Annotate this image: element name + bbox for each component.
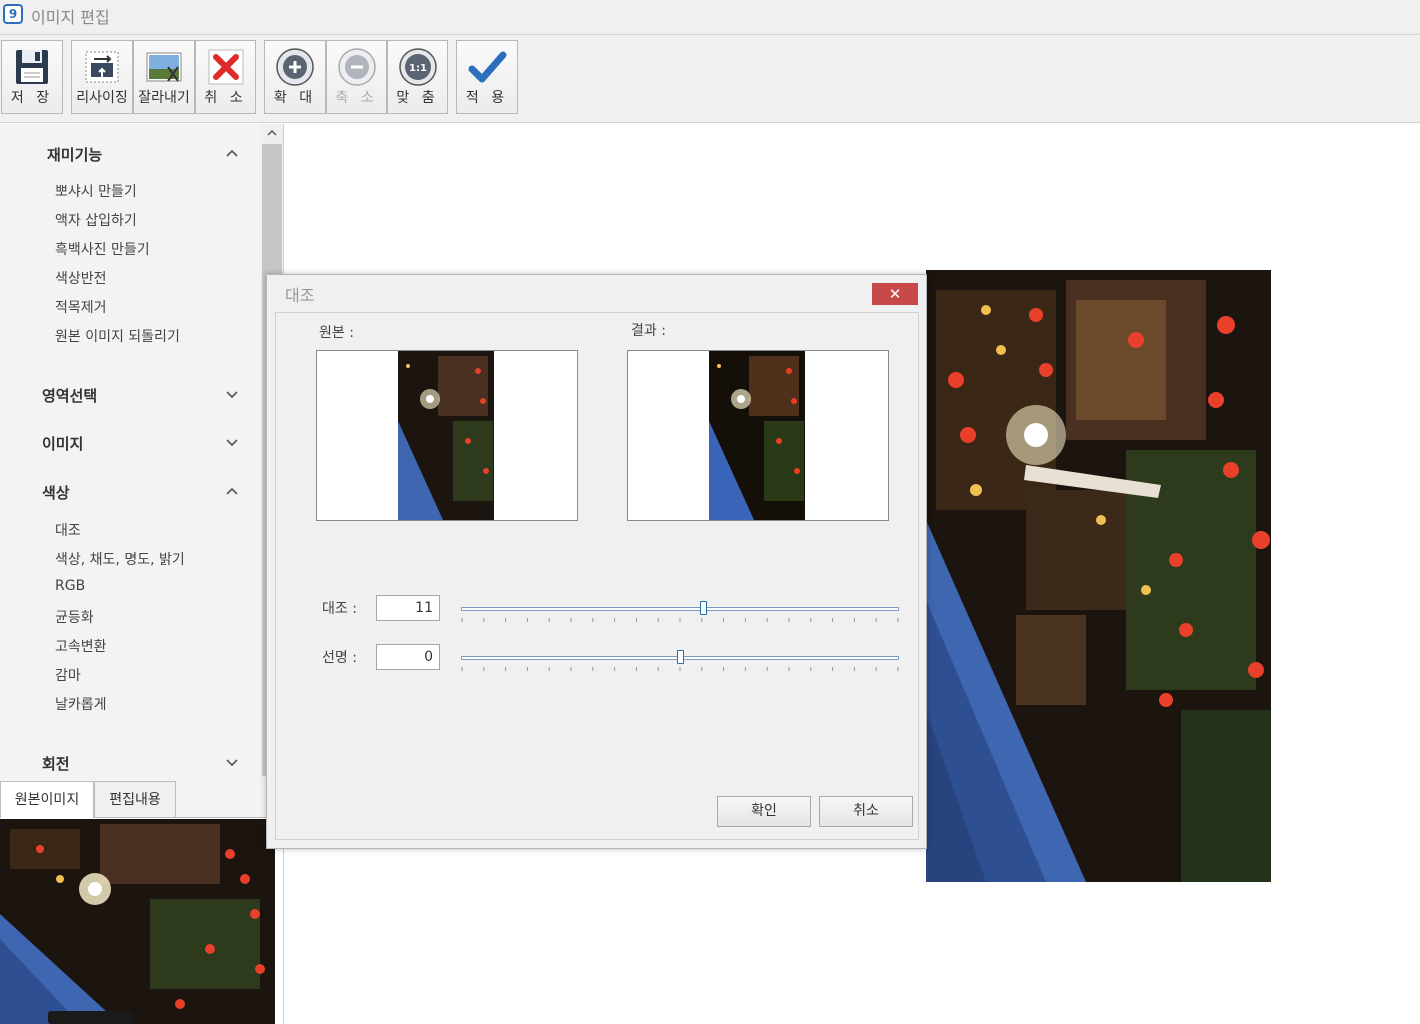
fit-button[interactable]: 1:1 맞 춤	[387, 40, 448, 114]
zoom-in-label: 확 대	[273, 90, 317, 106]
app-icon: 9	[3, 4, 23, 24]
section-header-rotate[interactable]: 회전	[0, 748, 266, 778]
slider-thumb[interactable]	[700, 601, 708, 615]
title-bar: 9 이미지 편집	[0, 0, 1420, 35]
slider-ticks	[461, 618, 899, 622]
section-header-color[interactable]: 색상	[0, 477, 266, 507]
menu-item-grayscale[interactable]: 흑백사진 만들기	[55, 239, 150, 259]
zoom-out-label: 축 소	[335, 90, 378, 106]
preview-tabs: 원본이미지 편집내용	[0, 780, 266, 818]
floppy-disk-icon	[16, 50, 48, 84]
result-preview-label: 결과 :	[631, 323, 666, 339]
result-preview-image	[709, 351, 805, 520]
chevron-up-icon	[226, 487, 238, 495]
menu-item-fast-convert[interactable]: 고속변환	[55, 636, 107, 656]
resize-icon	[85, 51, 119, 83]
menu-item-frame[interactable]: 액자 삽입하기	[55, 210, 137, 230]
crop-label: 잘라내기	[138, 90, 190, 106]
cancel-label: 취 소	[204, 90, 247, 106]
zoom-out-icon	[337, 48, 376, 86]
menu-item-gamma[interactable]: 감마	[55, 665, 81, 685]
slider-thumb[interactable]	[677, 650, 684, 664]
crop-icon	[146, 52, 182, 82]
zoom-in-icon	[276, 48, 314, 86]
menu-item-revert[interactable]: 원본 이미지 되돌리기	[55, 326, 180, 346]
menu-item-rgb[interactable]: RGB	[55, 578, 85, 594]
menu-item-red-eye[interactable]: 적목제거	[55, 297, 107, 317]
zoom-in-button[interactable]: 확 대	[264, 40, 326, 114]
cancel-button[interactable]: 취 소	[195, 40, 256, 114]
contrast-dialog: 대조 ✕ 원본 : 결과 : 대조: 11 선명: 0 확인 취소	[266, 274, 927, 849]
red-x-icon	[208, 49, 243, 85]
section-header-fun[interactable]: 재미기능	[0, 139, 266, 169]
result-preview-box	[627, 350, 889, 521]
section-header-selection[interactable]: 영역선택	[0, 380, 266, 410]
zoom-out-button[interactable]: 축 소	[326, 40, 387, 114]
crop-button[interactable]: 잘라내기	[133, 40, 195, 114]
menu-item-contrast[interactable]: 대조	[55, 520, 81, 540]
window-title: 이미지 편집	[31, 8, 110, 27]
one-to-one-icon: 1:1	[398, 48, 437, 86]
resize-button[interactable]: 리사이징	[71, 40, 133, 114]
night-street-photo-small-result	[709, 351, 805, 520]
menu-item-equalize[interactable]: 균등화	[55, 607, 94, 627]
dialog-title: 대조	[285, 286, 315, 305]
section-title: 재미기능	[47, 146, 103, 164]
fit-icon-text: 1:1	[409, 63, 427, 74]
contrast-value-input[interactable]: 11	[376, 595, 440, 621]
tab-original-image[interactable]: 원본이미지	[0, 781, 94, 818]
save-label: 저 장	[10, 90, 54, 106]
section-title: 회전	[42, 755, 70, 773]
toolbar: 저 장 리사이징 잘라내기 취 소 확 대 축 소 1:1 맞 춤 적 용	[0, 35, 1420, 123]
scroll-up-arrow-icon[interactable]	[265, 126, 279, 140]
slider-track	[461, 607, 899, 611]
dialog-cancel-button[interactable]: 취소	[819, 796, 913, 827]
resize-label: 리사이징	[76, 90, 128, 106]
contrast-label: 대조 :	[322, 601, 357, 617]
dialog-body: 원본 : 결과 : 대조: 11 선명: 0 확인 취소	[275, 312, 919, 840]
save-button[interactable]: 저 장	[1, 40, 63, 114]
sharpness-value-input[interactable]: 0	[376, 644, 440, 670]
sharpness-label: 선명 :	[322, 650, 357, 666]
original-preview-label: 원본 :	[319, 325, 354, 341]
fit-label: 맞 춤	[396, 90, 439, 106]
original-preview-image	[398, 351, 494, 520]
night-street-photo-small	[398, 351, 494, 520]
slider-ticks	[461, 667, 899, 671]
original-preview-box	[316, 350, 578, 521]
chevron-up-icon	[226, 149, 238, 157]
close-button[interactable]: ✕	[872, 283, 918, 305]
menu-item-soft-focus[interactable]: 뽀샤시 만들기	[55, 181, 137, 201]
section-title: 색상	[42, 484, 70, 502]
chevron-down-icon	[226, 759, 238, 767]
apply-button[interactable]: 적 용	[456, 40, 518, 114]
apply-label: 적 용	[465, 90, 509, 106]
tab-edit-history[interactable]: 편집내용	[94, 781, 176, 817]
sidebar: 재미기능 뽀샤시 만들기 액자 삽입하기 흑백사진 만들기 색상반전 적목제거 …	[0, 124, 266, 780]
section-title: 이미지	[42, 435, 84, 453]
checkmark-icon	[468, 51, 507, 83]
original-thumbnail	[0, 819, 275, 1024]
chevron-down-icon	[226, 439, 238, 447]
section-title: 영역선택	[42, 387, 98, 405]
sharpness-slider[interactable]	[461, 649, 899, 675]
ok-button[interactable]: 확인	[717, 796, 811, 827]
edited-photo	[926, 270, 1271, 882]
menu-item-invert[interactable]: 색상반전	[55, 268, 107, 288]
chevron-down-icon	[226, 391, 238, 399]
night-street-photo-thumbnail	[0, 819, 275, 1024]
menu-item-hsl[interactable]: 색상, 채도, 명도, 밝기	[55, 549, 185, 569]
menu-item-sharpen[interactable]: 날카롭게	[55, 694, 107, 714]
section-header-image[interactable]: 이미지	[0, 428, 266, 458]
night-street-photo	[926, 270, 1271, 882]
contrast-slider[interactable]	[461, 600, 899, 626]
